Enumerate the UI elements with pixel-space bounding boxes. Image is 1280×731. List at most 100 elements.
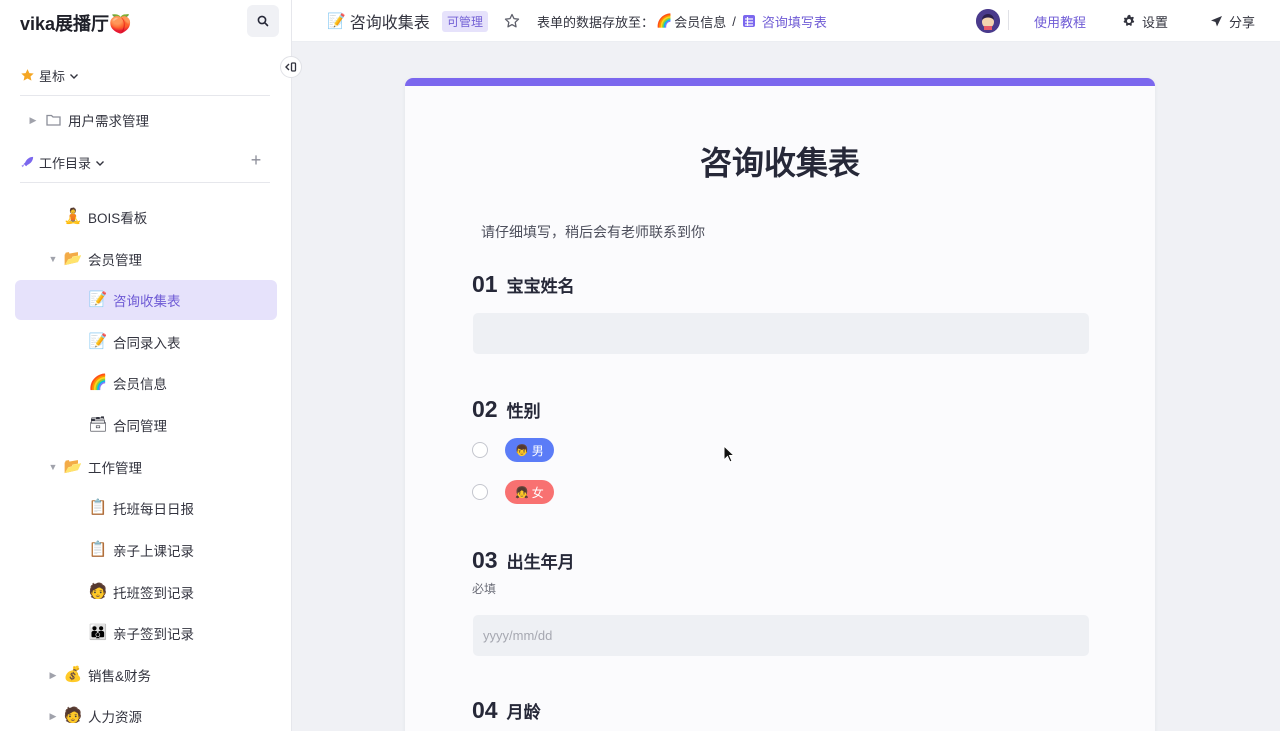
caret-right-icon[interactable]: ▶	[48, 670, 58, 681]
avatar[interactable]	[976, 9, 1000, 33]
sidebar-item-label: 亲子签到记录	[113, 627, 194, 642]
baby-name-input[interactable]	[473, 313, 1089, 354]
workdir-section-header[interactable]: 工作目录	[20, 153, 105, 172]
sidebar-item-contract-mgmt[interactable]: 🗃 合同管理	[15, 405, 277, 445]
star-icon	[21, 69, 34, 81]
gender-option-female[interactable]: 👧 女	[472, 480, 554, 504]
sidebar-item-member-info[interactable]: 🌈 会员信息	[15, 363, 277, 403]
settings-label: 设置	[1142, 14, 1169, 30]
rainbow-icon: 🌈	[656, 13, 673, 28]
sidebar-item-family-checkin[interactable]: 👪 亲子签到记录	[15, 613, 277, 653]
option-label: 女	[531, 485, 544, 500]
send-icon	[1211, 15, 1222, 26]
sidebar-item-label: 会员信息	[113, 377, 167, 392]
question-title: 02 性别	[472, 396, 541, 423]
breadcrumb-sheet-link[interactable]: 咨询填写表	[762, 12, 827, 31]
birth-date-input[interactable]	[473, 615, 1089, 656]
open-folder-icon: 📂	[63, 458, 83, 475]
star-outline-icon	[504, 13, 520, 28]
sidebar-item-label: 销售&财务	[88, 669, 152, 684]
starred-label: 星标	[39, 69, 66, 84]
sidebar-item-user-needs[interactable]: ▶ 用户需求管理	[15, 100, 277, 140]
sidebar-item-class-record[interactable]: 📋 亲子上课记录	[15, 530, 277, 570]
question-title: 03 出生年月	[472, 547, 575, 574]
sidebar-item-daycare-checkin[interactable]: 🧑 托班签到记录	[15, 572, 277, 612]
share-label: 分享	[1229, 14, 1256, 30]
question-label: 月龄	[506, 703, 541, 722]
node-title[interactable]: 咨询收集表	[350, 9, 430, 33]
sidebar-item-work-mgmt[interactable]: ▼ 📂 工作管理	[15, 447, 277, 487]
starred-section-header[interactable]: 星标	[20, 66, 79, 85]
question-label: 性别	[506, 402, 541, 421]
caret-right-icon[interactable]: ▶	[48, 711, 58, 722]
sidebar-item-contract-entry[interactable]: 📝 合同录入表	[15, 322, 277, 362]
memo-icon: 📝	[88, 291, 108, 308]
sidebar-item-member-mgmt[interactable]: ▼ 📂 会员管理	[15, 239, 277, 279]
collapse-sidebar-button[interactable]	[280, 56, 302, 78]
meditation-icon: 🧘	[63, 208, 83, 225]
sidebar-item-label: 亲子上课记录	[113, 544, 194, 559]
sidebar-item-label: 托班每日日报	[113, 502, 194, 517]
option-tag-male[interactable]: 👦 男	[505, 438, 554, 462]
sidebar-item-label: 用户需求管理	[68, 114, 149, 129]
radio-button[interactable]	[472, 442, 488, 458]
gear-icon	[1123, 14, 1135, 26]
question-label: 出生年月	[506, 553, 575, 572]
caret-right-icon[interactable]: ▶	[28, 115, 38, 126]
gender-option-male[interactable]: 👦 男	[472, 438, 554, 462]
sidebar: vika展播厅🍑 星标 ▶ 用户需求管理 工作目录 + 🧘 BOIS看板 ▼ 📂…	[0, 0, 292, 731]
boy-icon: 👦	[515, 444, 529, 457]
clipboard-icon: 📋	[88, 499, 108, 516]
required-hint: 必填	[472, 582, 497, 596]
chevron-down-icon	[70, 73, 79, 79]
sidebar-item-label: 合同录入表	[113, 336, 181, 351]
option-tag-female[interactable]: 👧 女	[505, 480, 554, 504]
settings-button[interactable]: 设置	[1122, 0, 1168, 42]
form-title-area[interactable]: 📝 咨询收集表	[327, 0, 430, 42]
share-button[interactable]: 分享	[1210, 0, 1255, 42]
grid-sheet-icon	[742, 15, 755, 27]
space-name[interactable]: vika展播厅🍑	[20, 10, 131, 36]
sidebar-item-label: BOIS看板	[88, 211, 148, 226]
breadcrumb-folder[interactable]: 会员信息	[674, 12, 726, 31]
form-accent-bar	[405, 78, 1155, 86]
permission-area: 可管理	[442, 0, 489, 42]
favorite-button[interactable]	[504, 0, 520, 42]
sidebar-item-inquiry-form[interactable]: 📝 咨询收集表	[15, 280, 277, 320]
question-title: 04 月龄	[472, 697, 541, 724]
sidebar-item-label: 工作管理	[88, 461, 142, 476]
person-icon: 🧑	[63, 707, 83, 724]
sidebar-item-label: 托班签到记录	[113, 586, 194, 601]
form-description: 请仔细填写，稍后会有老师联系到你	[481, 224, 705, 240]
caret-down-icon[interactable]: ▼	[48, 462, 58, 472]
caret-down-icon[interactable]: ▼	[48, 254, 58, 264]
girl-icon: 👧	[515, 486, 529, 499]
sidebar-item-label: 咨询收集表	[113, 294, 181, 309]
question-title: 01 宝宝姓名	[472, 271, 575, 298]
folder-icon	[46, 114, 61, 126]
question-number: 02	[472, 396, 498, 422]
sidebar-item-label: 人力资源	[88, 710, 142, 725]
divider	[20, 182, 270, 183]
divider	[1008, 10, 1009, 30]
tutorial-link[interactable]: 使用教程	[1034, 0, 1086, 42]
form-title: 咨询收集表	[699, 145, 860, 181]
collapse-icon	[285, 62, 297, 72]
sidebar-item-label: 合同管理	[113, 419, 167, 434]
storage-breadcrumb: 表单的数据存放至： 🌈 会员信息 / 咨询填写表	[537, 0, 827, 42]
person-icon: 🧑	[88, 583, 108, 600]
add-node-button[interactable]: +	[247, 151, 265, 169]
topbar: 📝 咨询收集表 可管理 表单的数据存放至： 🌈 会员信息 / 咨询填写表 使用教…	[292, 0, 1280, 42]
rainbow-icon: 🌈	[88, 374, 108, 391]
question-number: 04	[472, 697, 498, 723]
permission-badge[interactable]: 可管理	[442, 10, 489, 32]
sidebar-item-sales-finance[interactable]: ▶ 💰 销售&财务	[15, 655, 277, 695]
sidebar-item-daily-report[interactable]: 📋 托班每日日报	[15, 488, 277, 528]
divider	[20, 95, 270, 96]
sidebar-item-bois-board[interactable]: 🧘 BOIS看板	[15, 197, 277, 237]
radio-button[interactable]	[472, 484, 488, 500]
search-button[interactable]	[247, 5, 279, 37]
card-box-icon: 🗃	[88, 416, 108, 433]
question-label: 宝宝姓名	[506, 277, 575, 296]
sidebar-item-hr[interactable]: ▶ 🧑 人力资源	[15, 696, 277, 731]
